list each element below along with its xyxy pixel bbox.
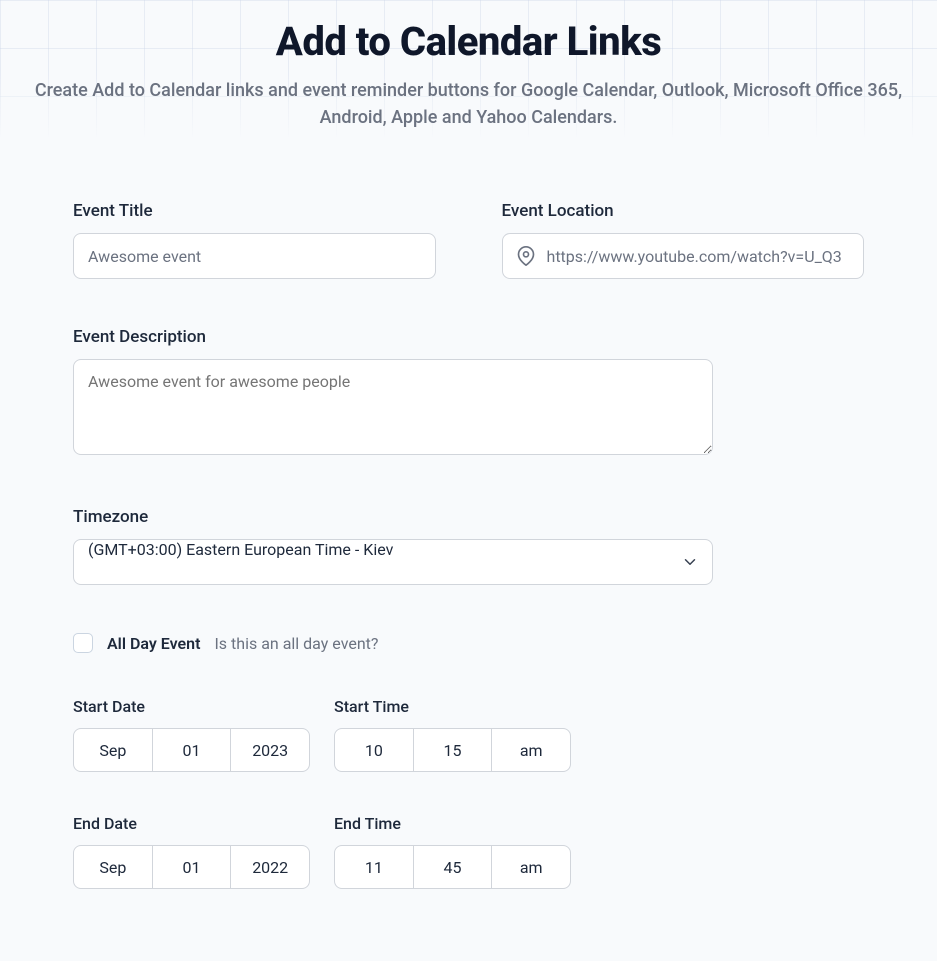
start-time-picker: 10 15 am bbox=[334, 728, 571, 772]
all-day-hint: Is this an all day event? bbox=[214, 634, 378, 653]
end-date-day[interactable]: 01 bbox=[153, 845, 232, 889]
end-time-ampm[interactable]: am bbox=[492, 845, 571, 889]
end-date-year[interactable]: 2022 bbox=[231, 845, 310, 889]
start-time-minute[interactable]: 15 bbox=[414, 728, 493, 772]
event-title-input[interactable] bbox=[73, 233, 436, 279]
event-location-input[interactable] bbox=[502, 233, 865, 279]
end-date-picker: Sep 01 2022 bbox=[73, 845, 310, 889]
timezone-select[interactable]: (GMT+03:00) Eastern European Time - Kiev bbox=[73, 539, 713, 585]
event-form: Event Title Event Location Event Descrip… bbox=[0, 141, 937, 961]
end-time-minute[interactable]: 45 bbox=[414, 845, 493, 889]
event-title-label: Event Title bbox=[73, 201, 436, 221]
start-time-hour[interactable]: 10 bbox=[334, 728, 414, 772]
start-date-day[interactable]: 01 bbox=[153, 728, 232, 772]
end-time-label: End Time bbox=[334, 814, 571, 833]
start-time-ampm[interactable]: am bbox=[492, 728, 571, 772]
page-subtitle: Create Add to Calendar links and event r… bbox=[0, 77, 937, 131]
page-header: Add to Calendar Links Create Add to Cale… bbox=[0, 0, 937, 141]
end-time-hour[interactable]: 11 bbox=[334, 845, 414, 889]
location-pin-icon bbox=[516, 246, 536, 266]
start-time-label: Start Time bbox=[334, 697, 571, 716]
start-date-label: Start Date bbox=[73, 697, 310, 716]
all-day-label: All Day Event bbox=[107, 634, 200, 653]
event-location-label: Event Location bbox=[502, 201, 865, 221]
end-date-month[interactable]: Sep bbox=[73, 845, 153, 889]
event-description-label: Event Description bbox=[73, 327, 864, 347]
start-date-month[interactable]: Sep bbox=[73, 728, 153, 772]
end-time-picker: 11 45 am bbox=[334, 845, 571, 889]
page-title: Add to Calendar Links bbox=[0, 18, 937, 65]
end-date-label: End Date bbox=[73, 814, 310, 833]
event-description-input[interactable] bbox=[73, 359, 713, 455]
timezone-label: Timezone bbox=[73, 507, 864, 527]
all-day-checkbox[interactable] bbox=[73, 633, 93, 653]
start-date-picker: Sep 01 2023 bbox=[73, 728, 310, 772]
start-date-year[interactable]: 2023 bbox=[231, 728, 310, 772]
